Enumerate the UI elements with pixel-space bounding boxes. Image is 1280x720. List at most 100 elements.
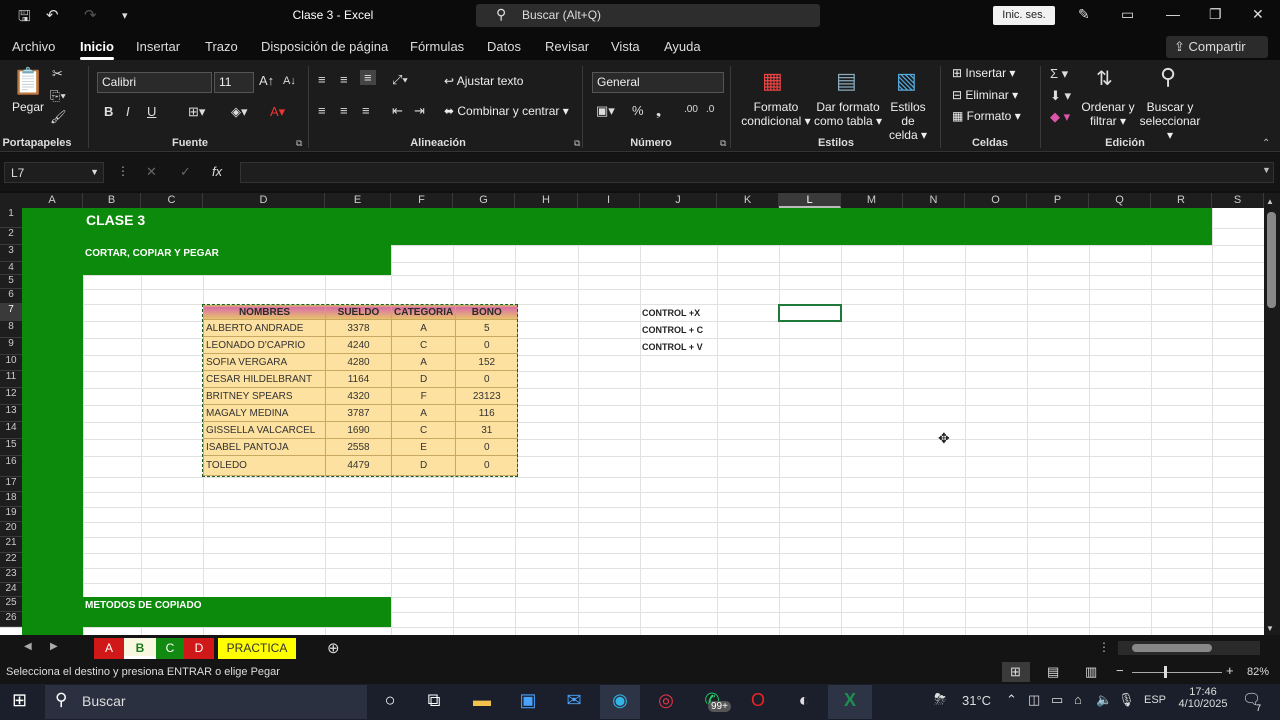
zoom-level[interactable]: 82% — [1247, 666, 1269, 678]
tab-ayuda[interactable]: Ayuda — [664, 39, 701, 54]
mail-icon[interactable]: ✉ — [562, 690, 586, 714]
sheet-tab-d[interactable]: D — [184, 638, 214, 659]
network-icon[interactable]: ⌂ — [1074, 692, 1082, 707]
row-header-12[interactable]: 12 — [0, 388, 22, 405]
volume-icon[interactable]: 🔈 — [1096, 692, 1112, 708]
edge-icon[interactable]: ◉ — [608, 690, 632, 714]
autosum-icon[interactable]: Σ ▾ — [1050, 66, 1068, 82]
row-header-2[interactable]: 2 — [0, 228, 22, 245]
cell-styles-button[interactable]: Estilos de celda ▾ — [882, 100, 934, 142]
temperature[interactable]: 31°C — [962, 693, 991, 708]
column-header-g[interactable]: G — [453, 193, 515, 208]
align-top-icon[interactable]: ≡ — [318, 72, 326, 87]
sign-in-button[interactable]: Inic. ses. — [993, 6, 1055, 25]
opera-icon[interactable]: O — [746, 690, 770, 714]
maximize-button[interactable]: ❐ — [1209, 6, 1222, 23]
obs-icon[interactable]: ◐ — [792, 690, 816, 714]
weather-icon[interactable]: ⛈ — [934, 691, 946, 708]
column-header-m[interactable]: M — [841, 193, 903, 208]
undo-icon[interactable]: ↶ — [46, 6, 59, 24]
shrink-font-icon[interactable]: A↓ — [283, 75, 296, 87]
zoom-in-icon[interactable]: + — [1226, 663, 1234, 678]
sheet-title[interactable]: CLASE 3 — [86, 212, 145, 228]
conditional-format-button[interactable]: Formato condicional ▾ — [738, 100, 814, 128]
name-box[interactable]: L7 ▼ — [4, 162, 104, 183]
column-header-h[interactable]: H — [515, 193, 578, 208]
percent-icon[interactable]: % — [632, 103, 644, 118]
chrome-icon[interactable]: ◎ — [654, 690, 678, 714]
row-header-13[interactable]: 13 — [0, 405, 22, 422]
row-header-10[interactable]: 10 — [0, 355, 22, 371]
align-right-icon[interactable]: ≡ — [362, 103, 370, 118]
align-bottom-icon[interactable]: ≡ — [360, 70, 376, 85]
zoom-slider-thumb[interactable] — [1164, 666, 1167, 678]
close-button[interactable]: ✕ — [1252, 6, 1264, 23]
pen-icon[interactable]: ✎ — [1078, 6, 1090, 23]
column-header-a[interactable]: A — [22, 193, 83, 208]
name-box-dropdown-icon[interactable]: ▼ — [90, 167, 99, 177]
excel-icon[interactable]: X — [838, 690, 862, 714]
column-header-l[interactable]: L — [779, 193, 841, 208]
find-select-button[interactable]: Buscar y seleccionar ▾ — [1136, 100, 1204, 142]
insert-function-button[interactable]: fx — [212, 164, 222, 179]
merge-center-button[interactable]: ⬌ Combinar y centrar ▾ — [444, 104, 569, 118]
collapse-ribbon-icon[interactable]: ⌃ — [1262, 138, 1270, 149]
store-icon[interactable]: ▣ — [516, 690, 540, 714]
save-icon[interactable]: 🖫 — [18, 6, 31, 31]
column-header-e[interactable]: E — [325, 193, 391, 208]
row-header-22[interactable]: 22 — [0, 553, 22, 568]
column-header-r[interactable]: R — [1151, 193, 1212, 208]
align-left-icon[interactable]: ≡ — [318, 103, 326, 118]
column-header-b[interactable]: B — [83, 193, 141, 208]
next-sheet-icon[interactable]: ▶ — [50, 641, 58, 652]
column-header-j[interactable]: J — [640, 193, 717, 208]
shortcut-copy[interactable]: CONTROL + C — [642, 325, 703, 335]
decrease-indent-icon[interactable]: ⇤ — [392, 103, 403, 119]
row-header-6[interactable]: 6 — [0, 289, 22, 304]
tab-inicio[interactable]: Inicio — [80, 39, 114, 60]
shortcut-cut[interactable]: CONTROL +X — [642, 308, 700, 318]
column-header-i[interactable]: I — [578, 193, 640, 208]
cortana-icon[interactable]: ○ — [378, 690, 402, 714]
prev-sheet-icon[interactable]: ◀ — [24, 641, 32, 652]
fill-color-icon[interactable]: ◈▾ — [231, 104, 248, 120]
clock[interactable]: 17:46 4/10/2025 — [1176, 686, 1230, 710]
increase-indent-icon[interactable]: ⇥ — [414, 103, 425, 119]
enter-icon[interactable]: ✓ — [180, 164, 191, 180]
tab-revisar[interactable]: Revisar — [545, 39, 589, 54]
grow-font-icon[interactable]: A↑ — [259, 73, 274, 88]
row-header-24[interactable]: 24 — [0, 583, 22, 597]
scroll-up-icon[interactable]: ▲ — [1266, 197, 1274, 206]
italic-button[interactable]: I — [126, 104, 130, 119]
format-cells-button[interactable]: ▦ Formato ▾ — [952, 109, 1021, 123]
active-cell-l7[interactable] — [778, 304, 842, 322]
wrap-text-button[interactable]: ↩ Ajustar texto — [444, 74, 523, 88]
redo-icon[interactable]: ↷ — [84, 6, 97, 24]
row-header-16[interactable]: 16 — [0, 456, 22, 477]
horizontal-scroll-thumb[interactable] — [1132, 644, 1212, 652]
font-color-icon[interactable]: A▾ — [270, 104, 285, 120]
tab-vista[interactable]: Vista — [611, 39, 640, 54]
tab-datos[interactable]: Datos — [487, 39, 521, 54]
insert-cells-button[interactable]: ⊞ Insertar ▾ — [952, 66, 1015, 80]
column-header-q[interactable]: Q — [1089, 193, 1151, 208]
font-size-select[interactable]: 11 — [214, 72, 254, 93]
mic-icon[interactable]: 🎙 — [1118, 692, 1135, 708]
section2-title[interactable]: METODOS DE COPIADO — [85, 600, 202, 611]
row-header-7[interactable]: 7 — [0, 304, 22, 321]
tab-trazo[interactable]: Trazo — [205, 39, 238, 54]
shortcut-paste[interactable]: CONTROL + V — [642, 342, 703, 352]
paste-button[interactable]: Pegar — [12, 100, 44, 114]
align-middle-icon[interactable]: ≡ — [340, 72, 348, 87]
formula-input[interactable] — [240, 162, 1274, 183]
search-box[interactable]: ⚲ Buscar (Alt+Q) — [476, 4, 820, 27]
sheet-tab-practica[interactable]: PRACTICA — [218, 638, 296, 659]
tab-disposicion[interactable]: Disposición de página — [261, 39, 388, 54]
column-header-o[interactable]: O — [965, 193, 1027, 208]
accounting-icon[interactable]: ▣▾ — [596, 103, 615, 119]
font-name-select[interactable]: Calibri — [97, 72, 212, 93]
tab-archivo[interactable]: Archivo — [12, 39, 55, 54]
add-sheet-icon[interactable]: ⊕ — [327, 639, 340, 657]
minimize-button[interactable]: — — [1166, 6, 1180, 22]
battery-icon[interactable]: ▭ — [1051, 692, 1063, 708]
